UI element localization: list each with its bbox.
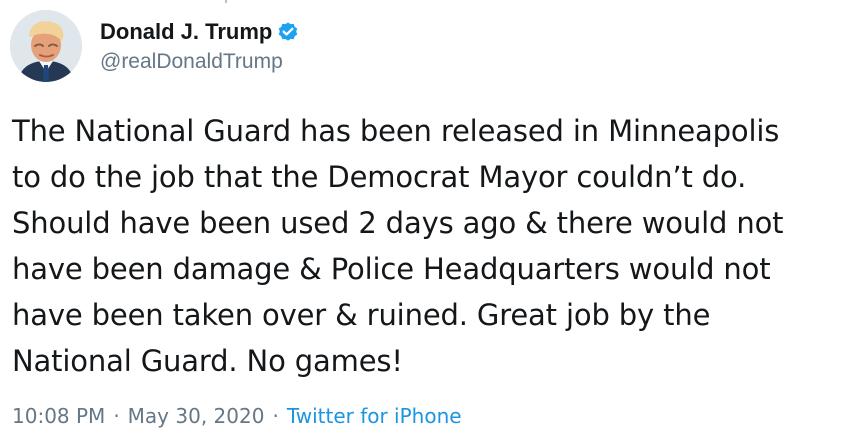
author-block: Donald J. Trump @realDonaldTrump bbox=[100, 17, 299, 76]
tweet-text-line: to do the job that the Democrat Mayor co… bbox=[12, 160, 747, 194]
tweet-text-line: The National Guard has been released in … bbox=[12, 114, 780, 148]
meta-separator: · bbox=[113, 404, 120, 428]
author-name-row: Donald J. Trump bbox=[100, 17, 299, 47]
author-display-name[interactable]: Donald J. Trump bbox=[100, 17, 272, 47]
tweet-text-line: Should have been used 2 days ago & there… bbox=[12, 206, 784, 240]
author-handle[interactable]: @realDonaldTrump bbox=[100, 48, 299, 76]
tweet-text-line: have been damage & Police Headquarters w… bbox=[12, 252, 771, 286]
tweet-card: Donald J. Trump @realDonaldTrump The Nat… bbox=[0, 0, 848, 440]
tweet-time[interactable]: 10:08 PM bbox=[12, 404, 105, 428]
meta-separator: · bbox=[272, 404, 279, 428]
verified-badge-icon bbox=[277, 21, 299, 43]
tweet-text: The National Guard has been released in … bbox=[12, 108, 842, 384]
tweet-source-link[interactable]: Twitter for iPhone bbox=[287, 404, 462, 428]
top-divider-fragment bbox=[225, 0, 227, 3]
avatar[interactable] bbox=[10, 10, 82, 82]
tweet-metadata: 10:08 PM · May 30, 2020 · Twitter for iP… bbox=[12, 400, 462, 432]
tweet-date[interactable]: May 30, 2020 bbox=[128, 404, 265, 428]
tweet-text-line: have been taken over & ruined. Great job… bbox=[12, 298, 711, 332]
tweet-text-line: National Guard. No games! bbox=[12, 344, 403, 378]
profile-photo-icon bbox=[10, 10, 82, 82]
